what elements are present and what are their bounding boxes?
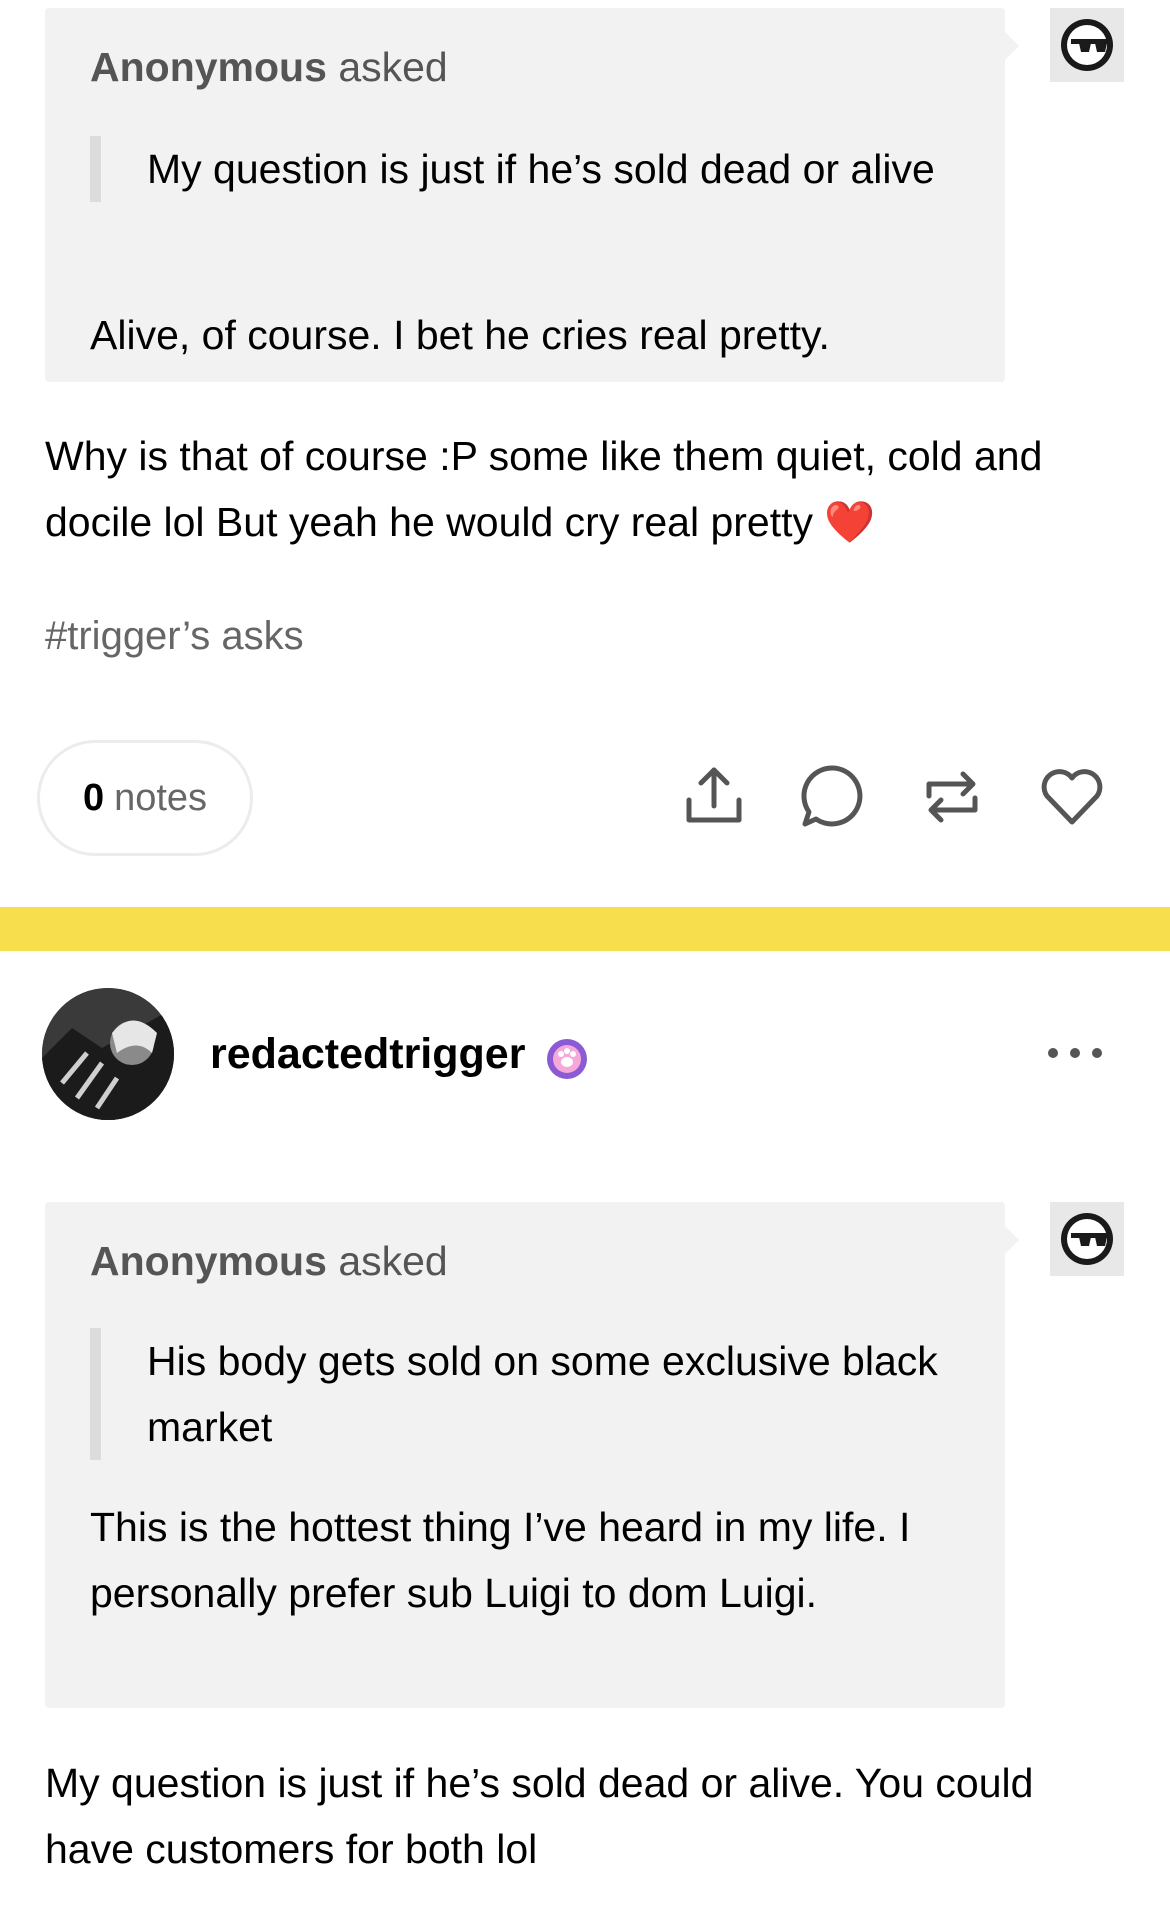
post-tag[interactable]: #trigger’s asks xyxy=(45,614,304,659)
asker-verb: asked xyxy=(338,44,448,90)
asker-line: Anonymous asked xyxy=(90,44,448,91)
asker-line: Anonymous asked xyxy=(90,1238,448,1285)
post-divider xyxy=(0,907,1170,951)
anonymous-avatar xyxy=(1050,8,1124,82)
ask-quote: My question is just if he’s sold dead or… xyxy=(90,136,945,202)
asker-name[interactable]: Anonymous xyxy=(90,1238,327,1284)
notes-button[interactable]: 0 notes xyxy=(37,740,253,856)
asker-verb: asked xyxy=(338,1238,448,1284)
asker-name[interactable]: Anonymous xyxy=(90,44,327,90)
ask-quote: His body gets sold on some exclusive bla… xyxy=(90,1328,945,1460)
notes-count: 0 xyxy=(82,776,105,819)
reblog-icon[interactable] xyxy=(917,762,987,832)
ask-answer: Alive, of course. I bet he cries real pr… xyxy=(90,312,830,358)
post-body-text: Why is that of course :P some like them … xyxy=(45,433,1043,545)
avatar-image xyxy=(42,988,174,1120)
heart-emoji: ❤️ xyxy=(824,499,876,545)
post-body: Why is that of course :P some like them … xyxy=(45,423,1125,555)
more-options-icon[interactable] xyxy=(1045,1040,1105,1066)
sunglasses-face-icon xyxy=(1061,19,1113,71)
share-icon[interactable] xyxy=(679,762,749,832)
post-body: My question is just if he’s sold dead or… xyxy=(45,1760,1034,1872)
reply-icon[interactable] xyxy=(798,762,868,832)
ask-box: Anonymous asked His body gets sold on so… xyxy=(45,1202,1019,1708)
paw-badge-icon[interactable] xyxy=(545,1037,589,1081)
user-avatar[interactable] xyxy=(42,988,174,1120)
notes-label: notes xyxy=(114,776,208,819)
like-icon[interactable] xyxy=(1037,762,1107,832)
sunglasses-face-icon xyxy=(1061,1213,1113,1265)
ask-answer: This is the hottest thing I’ve heard in … xyxy=(90,1504,911,1616)
username[interactable]: redactedtrigger xyxy=(210,1030,525,1079)
anonymous-avatar xyxy=(1050,1202,1124,1276)
ask-box: Anonymous asked My question is just if h… xyxy=(45,8,1019,382)
